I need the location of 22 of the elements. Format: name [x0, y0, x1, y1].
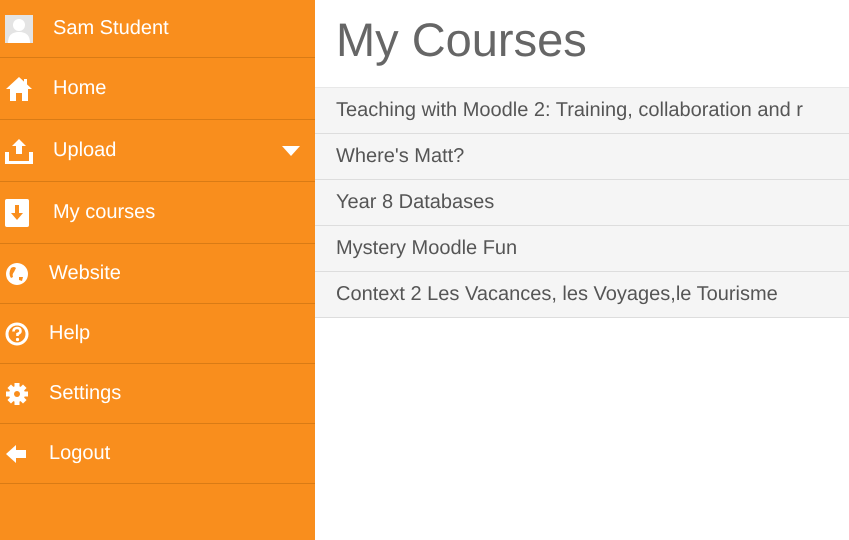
page-title: My Courses: [336, 12, 588, 68]
menu-item[interactable]: Upload: [53, 139, 116, 162]
caret-icon[interactable]: [282, 146, 300, 156]
menu-item[interactable]: Website: [49, 262, 121, 285]
course-link[interactable]: Where's Matt?: [315, 134, 849, 180]
menu-item[interactable]: Help: [49, 322, 90, 345]
course-link[interactable]: Year 8 Databases: [315, 180, 849, 226]
menu-item[interactable]: Settings: [49, 382, 122, 405]
menu-item[interactable]: My courses: [53, 201, 156, 224]
avatar-icon: [5, 14, 33, 42]
menu-item[interactable]: Home: [53, 77, 106, 100]
back-arrow-icon: [5, 444, 27, 464]
upload-icon: [5, 138, 33, 164]
home-icon: [5, 76, 33, 102]
menu-item[interactable]: Logout: [49, 442, 110, 465]
course-link[interactable]: Mystery Moodle Fun: [315, 226, 849, 272]
user-name[interactable]: Sam Student: [53, 17, 169, 40]
course-link[interactable]: Teaching with Moodle 2: Training, collaboration and r: [315, 88, 849, 134]
globe-icon: [5, 262, 29, 286]
help-icon: [5, 322, 29, 346]
course-link[interactable]: Context 2 Les Vacances, les Voyages,le Tourisme: [315, 272, 849, 318]
download-icon: [5, 198, 29, 226]
